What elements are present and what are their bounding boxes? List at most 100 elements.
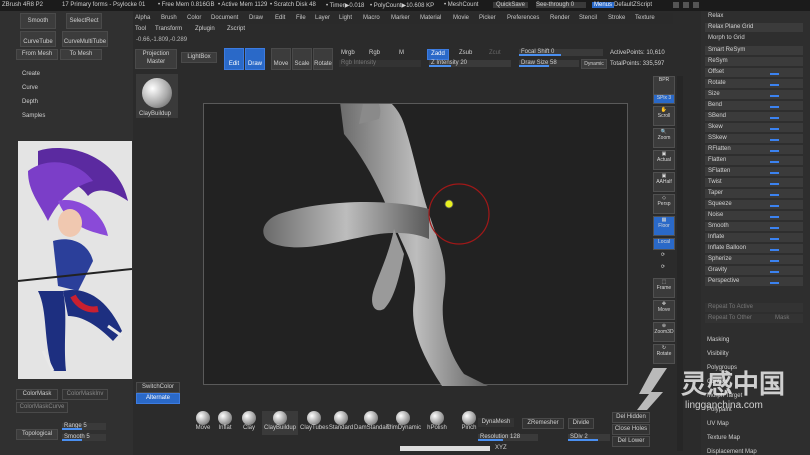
deformer-sflatten[interactable]: SFlatten: [705, 167, 803, 176]
topological-button[interactable]: Topological: [16, 429, 58, 440]
zremesher-button[interactable]: ZRemesher: [522, 418, 564, 429]
menu-layer[interactable]: Layer: [315, 15, 330, 21]
deformer-spherize[interactable]: Spherize: [705, 255, 803, 264]
dynamesh-button[interactable]: DynaMesh: [478, 418, 514, 427]
brush-standard[interactable]: Standard: [328, 411, 354, 435]
range-slider[interactable]: Range 5: [62, 423, 106, 430]
lsym-icon[interactable]: ⟳: [653, 252, 673, 262]
brush-claytubes[interactable]: ClayTubes: [300, 411, 328, 435]
divide-button[interactable]: Divide: [568, 418, 594, 429]
deformer-squeeze[interactable]: Squeeze: [705, 200, 803, 209]
menu-alpha[interactable]: Alpha: [135, 15, 150, 21]
lightbox-button[interactable]: LightBox: [181, 52, 217, 63]
dynamic-toggle[interactable]: Dynamic: [581, 59, 607, 69]
menus-button[interactable]: Menus: [592, 2, 615, 8]
local-button[interactable]: Local: [653, 238, 675, 250]
colormaskinv-button[interactable]: ColorMaskInv: [62, 389, 108, 400]
menu-zscript[interactable]: Zscript: [227, 26, 245, 32]
deformer-rflatten[interactable]: RFlatten: [705, 145, 803, 154]
curvetube-brush-button[interactable]: CurveTube: [20, 31, 56, 47]
brush-pinch[interactable]: Pinch: [458, 411, 480, 435]
persp-button[interactable]: ◇ Persp: [653, 194, 675, 214]
move-view-button[interactable]: ✥ Move: [653, 300, 675, 320]
window-maximize-icon[interactable]: [683, 2, 689, 8]
floor-button[interactable]: ▦ Floor: [653, 216, 675, 236]
menu-render[interactable]: Render: [550, 15, 570, 21]
m-toggle[interactable]: M: [399, 50, 404, 56]
menu-document[interactable]: Document: [211, 15, 238, 21]
zoom3d-button[interactable]: ⊕ Zoom3D: [653, 322, 675, 342]
rgb-intensity-slider[interactable]: Rgb Intensity: [339, 60, 421, 67]
brush-inflat[interactable]: Inflat: [214, 411, 236, 435]
deformer-sskew[interactable]: SSkew: [705, 134, 803, 143]
bpr-render-button[interactable]: BPR: [653, 76, 675, 96]
actual-button[interactable]: ▣ Actual: [653, 150, 675, 170]
quicksave-button[interactable]: QuickSave: [493, 2, 529, 8]
brush-move[interactable]: Move: [192, 411, 214, 435]
brush-hpolish[interactable]: hPolish: [420, 411, 454, 435]
scroll-button[interactable]: ✋ Scroll: [653, 106, 675, 126]
menu-marker[interactable]: Marker: [391, 15, 410, 21]
brush-damstandard[interactable]: DamStandard: [354, 411, 391, 435]
edit-mode-button[interactable]: Edit: [224, 48, 244, 70]
colormask-button[interactable]: ColorMask: [16, 389, 58, 400]
rotate-axis-icon[interactable]: ⟳: [653, 264, 673, 274]
draw-mode-button[interactable]: Draw: [245, 48, 265, 70]
menu-color[interactable]: Color: [187, 15, 201, 21]
deformer-noise[interactable]: Noise: [705, 211, 803, 220]
switchcolor-button[interactable]: SwitchColor: [136, 382, 180, 393]
repeat-to-other-button[interactable]: Repeat To Other Mask: [705, 314, 803, 323]
menu-movie[interactable]: Movie: [453, 15, 469, 21]
aahalf-button[interactable]: ▣ AAHalf: [653, 172, 675, 192]
smooth-slider[interactable]: Smooth 5: [62, 434, 106, 441]
resolution-slider[interactable]: Resolution 128: [478, 434, 538, 441]
depth-section[interactable]: Depth: [22, 99, 38, 105]
menu-preferences[interactable]: Preferences: [507, 15, 539, 21]
zoom-button[interactable]: 🔍 Zoom: [653, 128, 675, 148]
del-lower-button[interactable]: Del Lower: [612, 436, 650, 447]
create-section[interactable]: Create: [22, 71, 40, 77]
section-texture-map[interactable]: Texture Map: [707, 435, 740, 441]
rotate-mode-button[interactable]: Rotate: [313, 48, 333, 70]
zcut-button[interactable]: Zcut: [489, 50, 501, 56]
menu-stencil[interactable]: Stencil: [579, 15, 597, 21]
menu-draw[interactable]: Draw: [249, 15, 263, 21]
menu-tool[interactable]: Tool: [135, 26, 146, 32]
menu-transform[interactable]: Transform: [155, 26, 182, 32]
to-mesh-button[interactable]: To Mesh: [60, 49, 102, 60]
relax-plane-grid-button[interactable]: Relax Plane Grid: [705, 23, 803, 32]
deformer-sbend[interactable]: SBend: [705, 112, 803, 121]
deformer-twist[interactable]: Twist: [705, 178, 803, 187]
menu-edit[interactable]: Edit: [275, 15, 285, 21]
xyz-symmetry[interactable]: XYZ: [495, 445, 507, 451]
deformer-inflate[interactable]: Inflate: [705, 233, 803, 242]
repeat-to-active-button[interactable]: Repeat To Active: [705, 303, 803, 312]
zadd-button[interactable]: Zadd: [427, 49, 449, 60]
focal-shift-slider[interactable]: Focal Shift 0: [519, 49, 603, 56]
brush-trimdynamic[interactable]: TrimDynamic: [386, 411, 421, 435]
curve-section[interactable]: Curve: [22, 85, 38, 91]
samples-section[interactable]: Samples: [22, 113, 45, 119]
section-masking[interactable]: Masking: [707, 337, 729, 343]
deformer-taper[interactable]: Taper: [705, 189, 803, 198]
frame-button[interactable]: ⬚ Frame: [653, 278, 675, 298]
selectrect-brush-button[interactable]: SelectRect: [66, 13, 102, 29]
window-minimize-icon[interactable]: [673, 2, 679, 8]
deformer-flatten[interactable]: Flatten: [705, 156, 803, 165]
window-close-icon[interactable]: [693, 2, 699, 8]
menu-material[interactable]: Material: [420, 15, 441, 21]
resym-button[interactable]: ReSym: [705, 57, 803, 66]
morph-to-grid-button[interactable]: Morph to Grid: [705, 34, 803, 43]
projection-master-button[interactable]: Projection Master: [135, 49, 177, 69]
move-mode-button[interactable]: Move: [271, 48, 291, 70]
colormaskcurve-button[interactable]: ColorMaskCurve: [16, 402, 68, 413]
brush-claybuildup[interactable]: ClayBuildup: [262, 411, 298, 435]
menu-stroke[interactable]: Stroke: [608, 15, 625, 21]
canvas-viewport[interactable]: [203, 103, 628, 386]
deformer-skew[interactable]: Skew: [705, 123, 803, 132]
deformer-gravity[interactable]: Gravity: [705, 266, 803, 275]
relax-button[interactable]: Relax: [705, 12, 803, 21]
deformer-perspective[interactable]: Perspective: [705, 277, 803, 286]
menu-macro[interactable]: Macro: [363, 15, 380, 21]
draw-size-slider[interactable]: Draw Size 58: [519, 60, 579, 67]
